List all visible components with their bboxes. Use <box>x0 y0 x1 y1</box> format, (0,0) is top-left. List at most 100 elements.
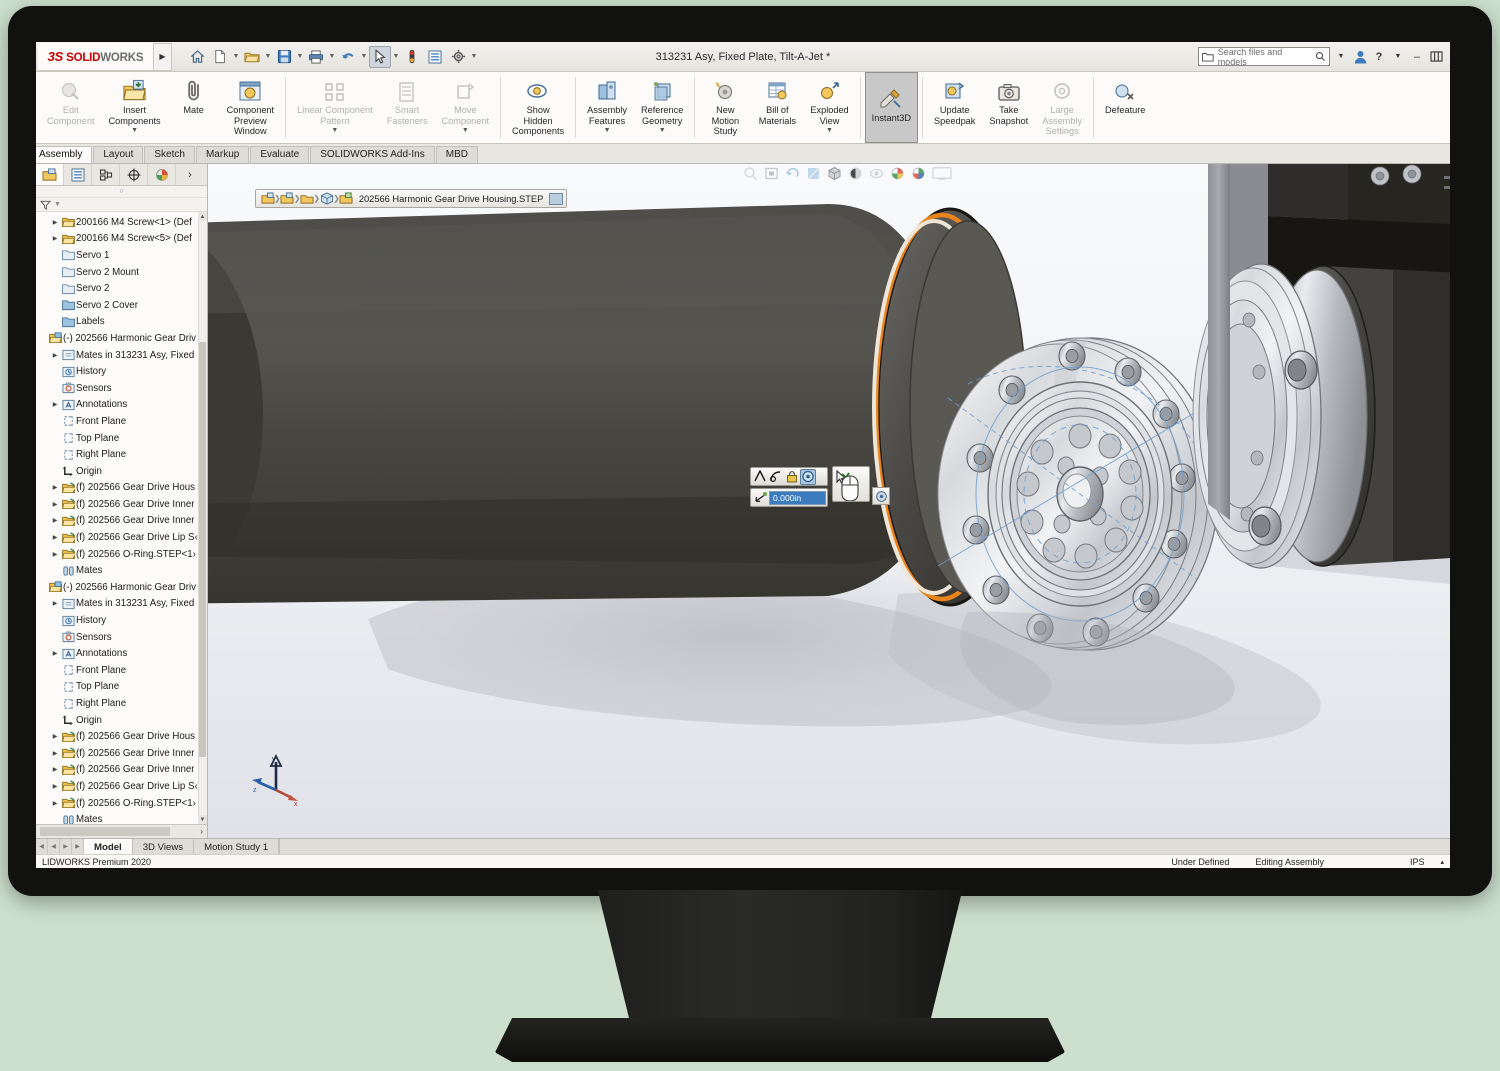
scroll-up-arrow[interactable]: ▲ <box>198 212 207 221</box>
user-account-icon[interactable] <box>1352 48 1368 66</box>
ribbon-defeature[interactable]: Defeature <box>1098 72 1152 143</box>
feature-tree[interactable]: ▶ 200166 M4 Screw<1> (Def ▶ 200166 M4 Screw… <box>36 212 207 824</box>
options-list-icon[interactable] <box>424 46 446 68</box>
feature-manager-tree-icon[interactable] <box>36 164 64 185</box>
zoom-to-area-icon[interactable] <box>763 165 780 182</box>
chevron-down-icon[interactable]: ▼ <box>462 127 469 134</box>
expand-twisty-icon[interactable]: ▶ <box>49 551 61 558</box>
feature-tree-item[interactable]: ▶ (f) 202566 Gear Drive Inner <box>36 496 207 513</box>
display-manager-icon[interactable] <box>148 164 176 185</box>
expand-twisty-icon[interactable]: ▶ <box>49 501 61 508</box>
expand-twisty-icon[interactable]: ▶ <box>49 733 61 740</box>
rebuild-icon[interactable] <box>401 46 423 68</box>
ribbon-insert-components[interactable]: Insert Components ▼ <box>102 72 168 143</box>
feature-tree-item[interactable]: ▶ Mates in 313231 Asy, Fixed <box>36 596 207 613</box>
edit-appearance-icon[interactable] <box>889 165 906 182</box>
chevron-down-icon[interactable]: ▼ <box>659 127 666 134</box>
feature-tree-item[interactable]: ▶ Mates in 313231 Asy, Fixed <box>36 347 207 364</box>
feature-tree-item[interactable]: Sensors <box>36 380 207 397</box>
feature-tree-item[interactable]: ▶ Annotations <box>36 397 207 414</box>
bottom-tab-model[interactable]: Model <box>84 839 133 854</box>
tab-sketch[interactable]: Sketch <box>144 146 195 163</box>
open-folder-icon[interactable] <box>241 46 263 68</box>
tab-evaluate[interactable]: Evaluate <box>250 146 310 163</box>
previous-view-icon[interactable] <box>784 165 801 182</box>
feature-tree-item[interactable]: (-) 202566 Harmonic Gear Driv <box>36 579 207 596</box>
feature-tree-item[interactable]: Origin <box>36 712 207 729</box>
expand-panel-chevron-icon[interactable]: › <box>176 164 204 185</box>
dimension-angle-icon[interactable] <box>752 469 768 485</box>
feature-tree-item[interactable]: ▶ (f) 202566 O-Ring.STEP<1› <box>36 795 207 812</box>
feature-tree-item[interactable]: Right Plane <box>36 446 207 463</box>
feature-tree-horizontal-scrollbar[interactable]: › <box>36 824 207 838</box>
tab-assembly[interactable]: Assembly <box>36 146 93 163</box>
ribbon-take-snapshot[interactable]: Take Snapshot <box>982 72 1035 143</box>
expand-twisty-icon[interactable]: ▶ <box>49 352 61 359</box>
minimize-icon[interactable]: – <box>1409 48 1425 66</box>
feature-tree-item[interactable]: Front Plane <box>36 413 207 430</box>
feature-tree-item[interactable]: ▶ (f) 202566 Gear Drive Inner <box>36 513 207 530</box>
ribbon-linear-component-pattern[interactable]: Linear Component Pattern ▼ <box>290 72 380 143</box>
horizontal-scroll-thumb[interactable] <box>40 827 170 836</box>
confirm-check-icon[interactable] <box>816 469 826 485</box>
breadcrumb[interactable]: ❯ ❯ ❯ ❯ 202566 Harmonic Gear Drive Housi… <box>255 189 568 208</box>
feature-tree-item[interactable]: History <box>36 363 207 380</box>
feature-tree-item[interactable]: ▶ (f) 202566 O-Ring.STEP<1› <box>36 546 207 563</box>
feature-tree-item[interactable]: ▶ Annotations <box>36 645 207 662</box>
status-expand-icon[interactable]: ▴ <box>1440 858 1444 866</box>
feature-tree-item[interactable]: Servo 2 <box>36 280 207 297</box>
breadcrumb-face-icon[interactable] <box>338 190 355 207</box>
home-icon[interactable] <box>186 46 208 68</box>
reference-point-icon[interactable] <box>752 490 769 506</box>
feature-tree-item[interactable]: Right Plane <box>36 695 207 712</box>
feature-tree-item[interactable]: Top Plane <box>36 679 207 696</box>
open-dropdown-caret[interactable]: ▼ <box>264 46 272 68</box>
apply-scene-icon[interactable] <box>910 165 927 182</box>
chevron-down-icon[interactable]: ▼ <box>131 127 138 134</box>
configuration-manager-icon[interactable] <box>92 164 120 185</box>
new-document-dropdown-caret[interactable]: ▼ <box>232 46 240 68</box>
tab-layout[interactable]: Layout <box>93 146 144 163</box>
ribbon-exploded-view[interactable]: Exploded View ▼ <box>803 72 855 143</box>
ribbon-new-motion-study[interactable]: New Motion Study <box>699 72 751 143</box>
ribbon-reference-geometry[interactable]: Reference Geometry ▼ <box>634 72 690 143</box>
tab-last-button[interactable]: ▶ <box>72 839 84 854</box>
tab-first-button[interactable]: ◀ <box>36 839 48 854</box>
print-icon[interactable] <box>305 46 327 68</box>
feature-tree-item[interactable]: Servo 2 Cover <box>36 297 207 314</box>
feature-tree-item[interactable]: Labels <box>36 314 207 331</box>
search-input[interactable]: Search files and models <box>1198 47 1330 67</box>
help-dropdown-caret[interactable]: ▼ <box>1390 48 1406 66</box>
ribbon-smart-fasteners[interactable]: Smart Fasteners <box>380 72 435 143</box>
save-dropdown-caret[interactable]: ▼ <box>296 46 304 68</box>
feature-tree-item[interactable]: Mates <box>36 562 207 579</box>
ribbon-show-hidden-components[interactable]: Show Hidden Components <box>505 72 571 143</box>
scroll-right-arrow[interactable]: › <box>200 827 203 836</box>
solidworks-logo[interactable]: 3S SOLIDWORKS <box>38 42 154 71</box>
menu-expand-arrow[interactable]: ▶ <box>154 42 172 71</box>
undo-icon[interactable] <box>337 46 359 68</box>
expand-twisty-icon[interactable]: ▶ <box>49 650 61 657</box>
chevron-down-icon[interactable]: ▼ <box>604 127 611 134</box>
zoom-to-fit-icon[interactable] <box>742 165 759 182</box>
ribbon-assembly-features[interactable]: Assembly Features ▼ <box>580 72 634 143</box>
feature-tree-item[interactable]: Servo 1 <box>36 247 207 264</box>
expand-twisty-icon[interactable]: ▶ <box>49 783 61 790</box>
feature-tree-item[interactable]: Top Plane <box>36 430 207 447</box>
dimxpert-manager-icon[interactable] <box>120 164 148 185</box>
feature-tree-item[interactable]: History <box>36 612 207 629</box>
expand-twisty-icon[interactable]: ▶ <box>49 401 61 408</box>
tab-mbd[interactable]: MBD <box>435 146 478 163</box>
feature-tree-item[interactable]: ▶ (f) 202566 Gear Drive Lip S‹ <box>36 778 207 795</box>
feature-tree-item[interactable]: ▶ 200166 M4 Screw<5> (Def <box>36 231 207 248</box>
feature-tree-item[interactable]: ▶ (f) 202566 Gear Drive Inner <box>36 762 207 779</box>
tab-solidworks-add-ins[interactable]: SOLIDWORKS Add-Ins <box>310 146 435 163</box>
feature-tree-filter[interactable]: ▼ <box>36 198 207 212</box>
bottom-tab-motion-study-1[interactable]: Motion Study 1 <box>194 839 280 854</box>
view-settings-icon[interactable] <box>931 165 953 182</box>
tab-next-button[interactable]: ▶ <box>60 839 72 854</box>
scroll-down-arrow[interactable]: ▼ <box>198 815 207 824</box>
feature-tree-item[interactable]: Origin <box>36 463 207 480</box>
feature-tree-item[interactable]: (-) 202566 Harmonic Gear Driv <box>36 330 207 347</box>
expand-twisty-icon[interactable]: ▶ <box>49 600 61 607</box>
